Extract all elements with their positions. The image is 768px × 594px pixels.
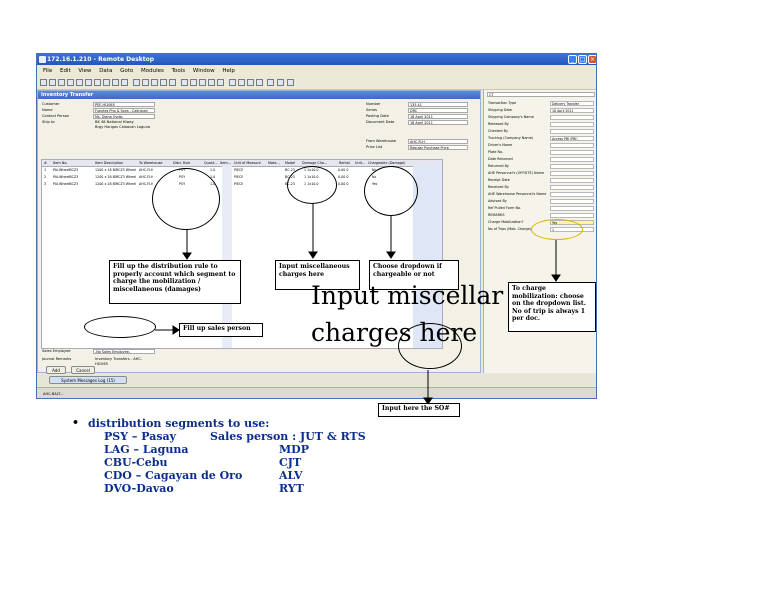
- mobilization-oval: [531, 219, 583, 240]
- chargeable-oval: [364, 166, 418, 216]
- sales-person-note: Fill up sales person: [179, 323, 263, 337]
- distr-rule-oval: [152, 168, 220, 230]
- sales-person-label: Sales person : JUT & RTS: [210, 430, 366, 443]
- arrow-head: [182, 252, 192, 260]
- sales-employee-oval: [84, 316, 156, 338]
- bullet: •: [72, 416, 80, 429]
- big-note-line-2: charges here: [311, 318, 478, 347]
- segment-lag: LAG – Laguna: [104, 443, 189, 456]
- so-note: Input here the SO#: [378, 403, 460, 417]
- arrow-head: [386, 251, 396, 259]
- arrow-head: [308, 251, 318, 259]
- segment-dvo: DVO-Davao: [104, 482, 174, 495]
- segment-cdo: CDO – Cagayan de Oro: [104, 469, 243, 482]
- sales-person-dvo: RYT: [279, 482, 304, 495]
- arrow-head: [551, 274, 561, 282]
- sales-person-cdo: ALV: [279, 469, 303, 482]
- sales-person-lag: MDP: [279, 443, 309, 456]
- segment-psy: PSY – Pasay: [104, 430, 177, 443]
- distr-rule-note: Fill up the distribution rule to properl…: [109, 260, 241, 304]
- segments-heading: distribution segments to use:: [88, 417, 270, 430]
- big-note-line-1: Input miscellar: [311, 281, 504, 310]
- mobilization-note: To charge mobilization: choose on the dr…: [508, 282, 596, 332]
- damage-charge-oval: [287, 166, 337, 204]
- segment-cbu: CBU-Cebu: [104, 456, 168, 469]
- sales-person-cbu: CJT: [279, 456, 302, 469]
